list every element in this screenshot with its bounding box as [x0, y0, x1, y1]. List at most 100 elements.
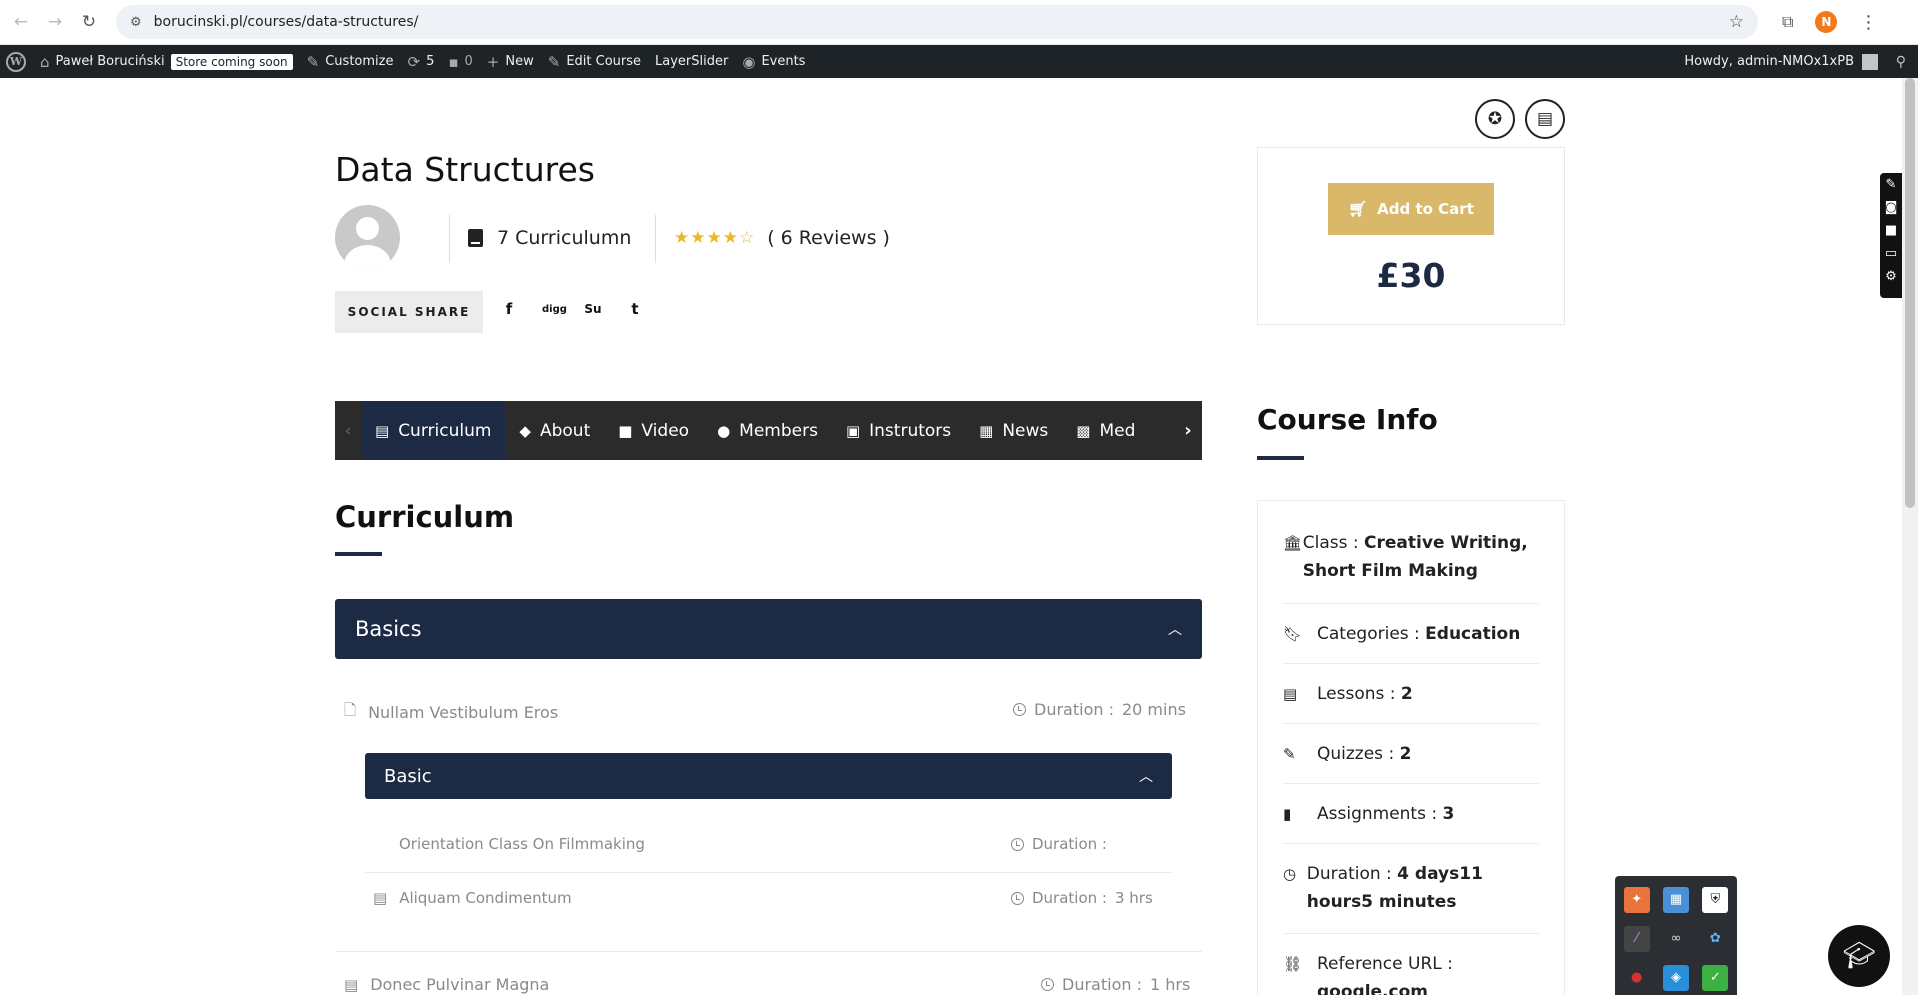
- rating-stars: ★★★★☆: [674, 228, 756, 248]
- tab-members[interactable]: ● Members: [703, 401, 832, 460]
- customize-link[interactable]: ✎ Customize: [307, 53, 394, 71]
- divider: [449, 215, 450, 263]
- lesson-item[interactable]: 🗋︎ Nullam Vestibulum Eros: [344, 700, 558, 725]
- chevron-up-icon[interactable]: ︿: [1168, 619, 1182, 639]
- profile-avatar[interactable]: N: [1815, 11, 1838, 33]
- info-value: 2: [1400, 684, 1413, 704]
- media-tab-icon: ▩: [1076, 421, 1091, 440]
- stumbleupon-icon[interactable]: Su: [584, 302, 602, 316]
- lesson-item[interactable]: ▤ Aliquam Condimentum: [373, 889, 572, 907]
- layerslider-link[interactable]: LayerSlider: [655, 54, 728, 69]
- twitter-icon[interactable]: t: [626, 300, 644, 318]
- url-text: borucinski.pl/courses/data-structures/: [153, 14, 419, 30]
- curriculum-tab-icon: ▤: [375, 421, 390, 440]
- info-value: 2: [1399, 744, 1412, 764]
- info-lessons: ▤ Lessons : 2: [1283, 664, 1539, 724]
- page-scrollbar[interactable]: [1902, 78, 1918, 995]
- wordpress-icon: W: [6, 51, 26, 72]
- scroll-thumb[interactable]: [1905, 78, 1915, 508]
- info-duration: ◷ Duration : 4 days11 hours5 minutes: [1283, 844, 1539, 934]
- app-tray-icon[interactable]: ✦: [1623, 886, 1650, 913]
- lesson-item[interactable]: ▤ Donec Pulvinar Magna: [344, 975, 549, 994]
- tab-video[interactable]: ■ Video: [604, 401, 703, 460]
- clock-icon: [1011, 837, 1024, 851]
- edit-course-link[interactable]: ✎ Edit Course: [548, 53, 641, 71]
- social-share-button[interactable]: SOCIAL SHARE: [335, 291, 483, 333]
- section-basics-header[interactable]: Basics ︿: [335, 599, 1202, 659]
- book-icon: ▤: [1283, 685, 1298, 703]
- menu-icon[interactable]: ⋮: [1859, 12, 1877, 33]
- course-rating: ★★★★☆ ( 6 Reviews ): [674, 227, 890, 249]
- clock-icon: ◷: [1283, 865, 1297, 883]
- video-tab-icon: ■: [618, 421, 633, 440]
- wp-logo-menu[interactable]: W: [6, 51, 26, 72]
- tab-instructors[interactable]: ▣ Instrutors: [832, 401, 965, 460]
- comments-link[interactable]: ▪ 0: [448, 53, 472, 71]
- instructor-avatar[interactable]: [335, 205, 400, 270]
- tab-label: Med: [1099, 420, 1136, 441]
- site-name-menu[interactable]: ⌂ Paweł Boruciński Store coming soon: [40, 53, 293, 71]
- info-label: Quizzes :: [1317, 744, 1395, 764]
- subsection-basic-header[interactable]: Basic ︿: [365, 753, 1172, 799]
- graduation-cap-icon[interactable]: 🎓︎: [1828, 925, 1890, 987]
- tabs-prev-icon[interactable]: ‹: [335, 421, 361, 441]
- add-to-cart-button[interactable]: 🛒︎ Add to Cart: [1328, 183, 1494, 235]
- video-icon[interactable]: ■: [1885, 223, 1897, 238]
- lesson-item[interactable]: Orientation Class On Filmmaking: [399, 835, 645, 853]
- address-bar[interactable]: ⚙ borucinski.pl/courses/data-structures/…: [116, 5, 1758, 39]
- info-label: Class :: [1302, 533, 1359, 553]
- duration-value: 1 hrs: [1149, 975, 1191, 994]
- search-icon[interactable]: ⚲: [1896, 54, 1906, 70]
- comment-icon: ▪: [448, 52, 459, 71]
- window-icon[interactable]: ▭: [1885, 246, 1897, 261]
- document-badge-icon[interactable]: ▤: [1525, 99, 1565, 139]
- info-reference-url: ⛓︎ Reference URL : google.com: [1283, 934, 1539, 995]
- tab-curriculum[interactable]: ▤ Curriculum: [361, 401, 506, 460]
- lesson-duration: Duration : 20 mins: [1013, 700, 1186, 719]
- calculator-tray-icon[interactable]: ▦: [1662, 886, 1689, 913]
- facebook-icon[interactable]: f: [500, 300, 518, 318]
- quiz-icon: ✎: [1283, 745, 1296, 763]
- reference-link[interactable]: google.com: [1317, 982, 1428, 995]
- duration-label: Duration :: [1062, 975, 1142, 994]
- feather-tray-icon[interactable]: ⁄: [1623, 925, 1650, 952]
- system-tray-popup: ✦ ▦ ⛨ ⁄ ∞ ✿ ● ◈ ✓: [1615, 876, 1737, 995]
- back-icon[interactable]: ←: [8, 9, 34, 35]
- link-tray-icon[interactable]: ∞: [1663, 926, 1689, 952]
- reload-icon[interactable]: ↻: [76, 9, 102, 35]
- curriculum-count: 7 Curriculumn: [468, 227, 631, 249]
- tab-about[interactable]: ◆ About: [505, 401, 604, 460]
- chevron-up-icon[interactable]: ︿: [1139, 766, 1153, 786]
- cloud-tray-icon[interactable]: ◈: [1662, 964, 1689, 991]
- camera-icon[interactable]: ◙: [1885, 200, 1898, 215]
- pen-icon[interactable]: ✎: [1886, 177, 1897, 192]
- shield-tray-icon[interactable]: ⛨: [1702, 886, 1729, 913]
- dashboard-icon: ⌂: [40, 52, 50, 71]
- gear-icon[interactable]: ⚙: [1885, 269, 1897, 284]
- tabs-next-icon[interactable]: ›: [1174, 401, 1202, 460]
- forward-icon[interactable]: →: [42, 9, 68, 35]
- paint-tray-icon[interactable]: ✿: [1702, 926, 1728, 952]
- lesson-name: Orientation Class On Filmmaking: [399, 835, 645, 853]
- check-tray-icon[interactable]: ✓: [1702, 964, 1729, 991]
- info-label: Reference URL :: [1317, 954, 1453, 974]
- tab-media[interactable]: ▩ Med: [1062, 401, 1149, 460]
- link-icon: ⛓︎: [1283, 955, 1303, 973]
- certificate-badge-icon[interactable]: ✪: [1475, 99, 1515, 139]
- course-info-box: 🏛︎ Class : Creative Writing, Short Film …: [1257, 500, 1565, 995]
- my-account-menu[interactable]: Howdy, admin-NMOx1xPB: [1684, 53, 1878, 70]
- new-content-menu[interactable]: + New: [487, 53, 534, 71]
- tab-label: Members: [739, 420, 818, 441]
- plus-icon: +: [486, 52, 500, 71]
- site-info-icon[interactable]: ⚙: [130, 15, 142, 30]
- events-link[interactable]: ◉ Events: [742, 53, 805, 71]
- tab-news[interactable]: ▦ News: [965, 401, 1062, 460]
- bookmark-star-icon[interactable]: ☆: [1729, 12, 1744, 32]
- curriculum-count-label: 7 Curriculumn: [497, 227, 632, 249]
- extensions-icon[interactable]: ⧉: [1782, 12, 1793, 32]
- updates-link[interactable]: ⟳ 5: [407, 53, 434, 71]
- reviews-count[interactable]: ( 6 Reviews ): [767, 227, 890, 249]
- record-tray-icon[interactable]: ●: [1624, 965, 1650, 991]
- digg-icon[interactable]: digg: [542, 304, 567, 315]
- bookmark-icon: 🔖︎: [1283, 625, 1303, 643]
